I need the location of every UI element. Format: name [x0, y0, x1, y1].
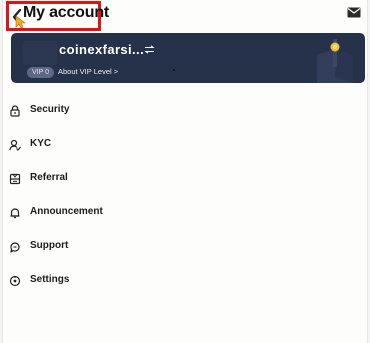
my-account-page: My account coinexfarsi... VIP 0 About VI…: [2, 0, 368, 343]
referral-icon: [9, 173, 21, 185]
menu-item-label: Settings: [30, 274, 70, 285]
account-menu: Security KYC Referral Announcement Suppo…: [3, 94, 369, 298]
menu-item-support[interactable]: Support: [3, 230, 369, 264]
settings-icon: [9, 275, 21, 287]
support-icon: [10, 242, 20, 253]
account-card[interactable]: coinexfarsi... VIP 0 About VIP Level >: [11, 33, 365, 83]
menu-item-label: Announcement: [30, 206, 103, 217]
card-dot: [173, 69, 175, 71]
bell-icon: [10, 208, 20, 219]
switch-account-icon[interactable]: [144, 45, 155, 54]
menu-item-label: Security: [30, 104, 70, 115]
menu-item-security[interactable]: Security: [3, 94, 369, 128]
vip-emblem-icon: [317, 39, 353, 83]
menu-item-referral[interactable]: Referral: [3, 162, 369, 196]
mail-icon[interactable]: [347, 7, 361, 18]
lock-icon: [10, 105, 20, 117]
menu-item-announcement[interactable]: Announcement: [3, 196, 369, 230]
page-title: My account: [23, 4, 110, 21]
menu-item-settings[interactable]: Settings: [3, 264, 369, 298]
about-vip-level-link[interactable]: About VIP Level >: [58, 67, 118, 77]
menu-item-label: Referral: [30, 172, 68, 183]
avatar: [23, 41, 57, 65]
username: coinexfarsi...: [59, 42, 145, 57]
vip-level-badge: VIP 0: [27, 67, 54, 78]
user-check-icon: [9, 139, 21, 151]
menu-item-kyc[interactable]: KYC: [3, 128, 369, 162]
header: My account: [3, 0, 369, 34]
menu-item-label: Support: [30, 240, 69, 251]
menu-item-label: KYC: [30, 138, 52, 149]
